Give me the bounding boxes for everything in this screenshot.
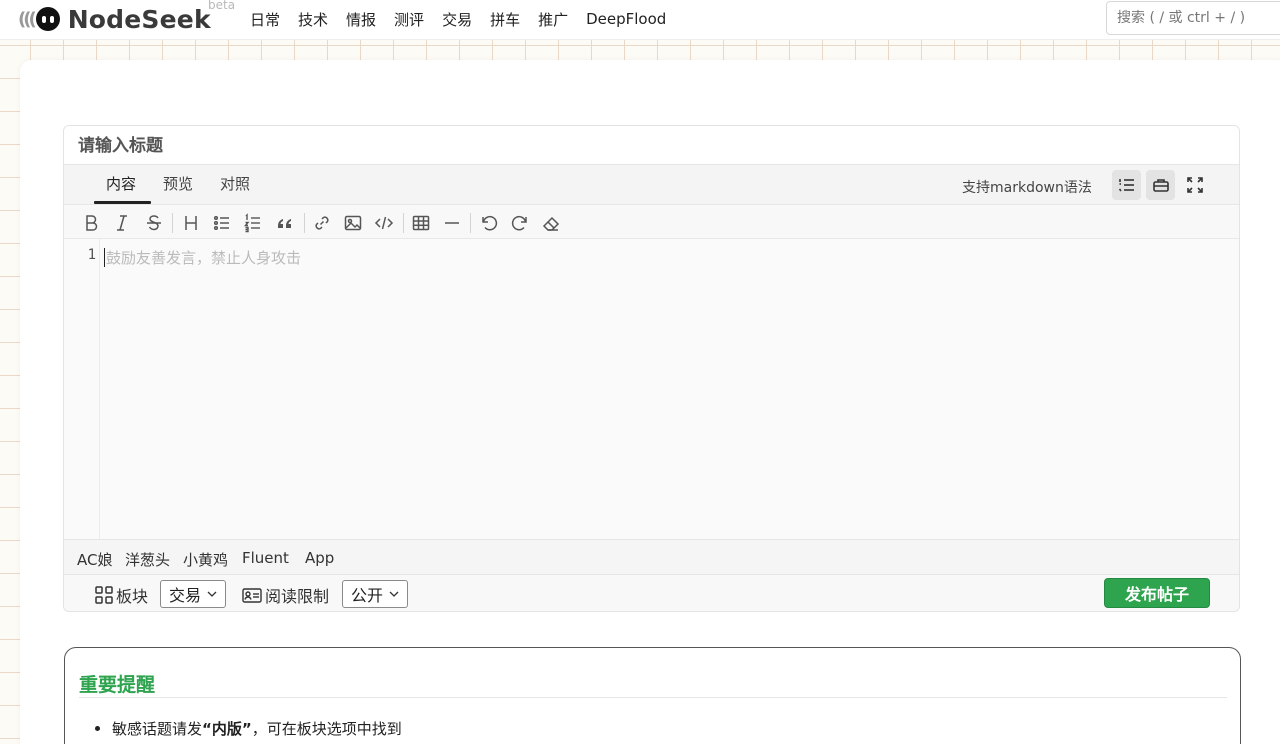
bullet-list-icon[interactable] <box>209 210 235 236</box>
grid-icon <box>95 586 113 604</box>
logo-face-icon <box>35 7 60 31</box>
notice-list-item: 敏感话题请发 “内版” ，可在板块选项中找到 <box>95 718 402 739</box>
format-toolbar <box>64 206 1239 239</box>
tab-content[interactable]: 内容 <box>106 173 136 194</box>
chevron-down-icon <box>389 591 399 597</box>
notice-divider <box>79 697 1227 698</box>
read-limit-label: 阅读限制 <box>241 583 329 607</box>
beta-label: beta <box>208 0 236 12</box>
editor-body[interactable]: 1 鼓励友善发言，禁止人身攻击 <box>64 239 1239 539</box>
top-navbar: ((( NodeSeek beta 日常 技术 情报 测评 交易 拼车 推广 D… <box>0 0 1280 40</box>
bullet-icon <box>95 726 100 731</box>
nav-item-promo[interactable]: 推广 <box>538 9 568 30</box>
quote-icon[interactable] <box>272 210 298 236</box>
text-cursor <box>104 248 105 267</box>
post-options-row: 板块 交易 阅读限制 公开 发布帖子 <box>64 575 1239 611</box>
publish-post-button[interactable]: 发布帖子 <box>1104 578 1210 608</box>
editor-tabs: 内容 预览 对照 支持markdown语法 <box>64 164 1239 205</box>
notice-item-highlight: “内版” <box>202 720 252 738</box>
fullscreen-icon[interactable] <box>1180 170 1209 200</box>
board-label-text: 板块 <box>116 587 149 606</box>
strikethrough-icon[interactable] <box>141 210 167 236</box>
nav-item-deepflood[interactable]: DeepFlood <box>586 10 666 28</box>
line-gutter: 1 <box>64 239 100 539</box>
toolbox-icon[interactable] <box>1146 170 1175 200</box>
code-icon[interactable] <box>371 210 397 236</box>
id-card-icon <box>242 588 262 603</box>
chevron-down-icon <box>207 591 217 597</box>
line-numbers-toggle-icon[interactable] <box>1112 170 1141 200</box>
signal-waves-icon: ((( <box>18 8 37 30</box>
post-editor: 内容 预览 对照 支持markdown语法 <box>63 125 1240 612</box>
tab-compare[interactable]: 对照 <box>220 173 250 194</box>
read-limit-select[interactable]: 公开 <box>342 580 409 608</box>
emoji-tabs: AC娘 洋葱头 小黄鸡 Fluent App <box>64 539 1239 575</box>
search-input[interactable] <box>1106 1 1280 35</box>
toolbar-divider <box>304 213 305 233</box>
toolbar-divider <box>172 213 173 233</box>
nav-item-review[interactable]: 测评 <box>394 9 424 30</box>
redo-icon[interactable] <box>507 210 533 236</box>
logo-wordmark: NodeSeek <box>67 4 211 34</box>
table-icon[interactable] <box>408 210 434 236</box>
line-number: 1 <box>87 247 96 263</box>
emoji-tab-app[interactable]: App <box>305 549 334 567</box>
nav-item-daily[interactable]: 日常 <box>250 9 280 30</box>
board-label: 板块 <box>94 583 148 607</box>
notice-title: 重要提醒 <box>79 674 156 696</box>
heading-icon[interactable] <box>178 210 204 236</box>
ordered-list-icon[interactable] <box>240 210 266 236</box>
board-select[interactable]: 交易 <box>160 580 227 608</box>
editor-placeholder: 鼓励友善发言，禁止人身攻击 <box>106 249 302 267</box>
link-icon[interactable] <box>309 210 335 236</box>
important-notice: 重要提醒 敏感话题请发 “内版” ，可在板块选项中找到 <box>64 647 1241 744</box>
horizontal-rule-icon[interactable] <box>439 210 465 236</box>
post-title-input[interactable] <box>78 132 1220 160</box>
italic-icon[interactable] <box>109 210 135 236</box>
undo-icon[interactable] <box>476 210 502 236</box>
toolbar-divider <box>470 213 471 233</box>
nav-item-trade[interactable]: 交易 <box>442 9 472 30</box>
emoji-tab-onion[interactable]: 洋葱头 <box>125 549 170 570</box>
nav-item-carpool[interactable]: 拼车 <box>490 9 520 30</box>
eraser-icon[interactable] <box>538 210 564 236</box>
active-tab-indicator <box>94 201 151 204</box>
main-nav: 日常 技术 情报 测评 交易 拼车 推广 DeepFlood <box>250 0 684 38</box>
nav-item-tech[interactable]: 技术 <box>298 9 328 30</box>
read-limit-label-text: 阅读限制 <box>265 587 330 606</box>
board-select-value: 交易 <box>169 586 202 605</box>
tab-preview[interactable]: 预览 <box>163 173 193 194</box>
image-icon[interactable] <box>340 210 366 236</box>
title-row <box>64 126 1239 164</box>
notice-item-suffix: ，可在板块选项中找到 <box>251 720 402 738</box>
read-limit-select-value: 公开 <box>351 586 384 605</box>
emoji-tab-fluent[interactable]: Fluent <box>242 549 289 567</box>
bold-icon[interactable] <box>78 210 104 236</box>
emoji-tab-chick[interactable]: 小黄鸡 <box>183 549 228 570</box>
markdown-hint: 支持markdown语法 <box>962 180 1092 196</box>
emoji-tab-ac[interactable]: AC娘 <box>77 549 112 570</box>
nav-item-info[interactable]: 情报 <box>346 9 376 30</box>
notice-item-prefix: 敏感话题请发 <box>112 720 203 738</box>
site-logo[interactable]: ((( NodeSeek beta <box>18 0 235 36</box>
toolbar-divider <box>403 213 404 233</box>
